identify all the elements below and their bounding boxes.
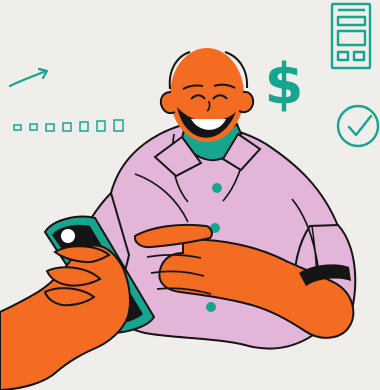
illustration-scene: $ bbox=[0, 0, 380, 390]
illustration-svg: $ bbox=[0, 0, 380, 390]
dollar-sign-icon: $ bbox=[265, 52, 304, 117]
